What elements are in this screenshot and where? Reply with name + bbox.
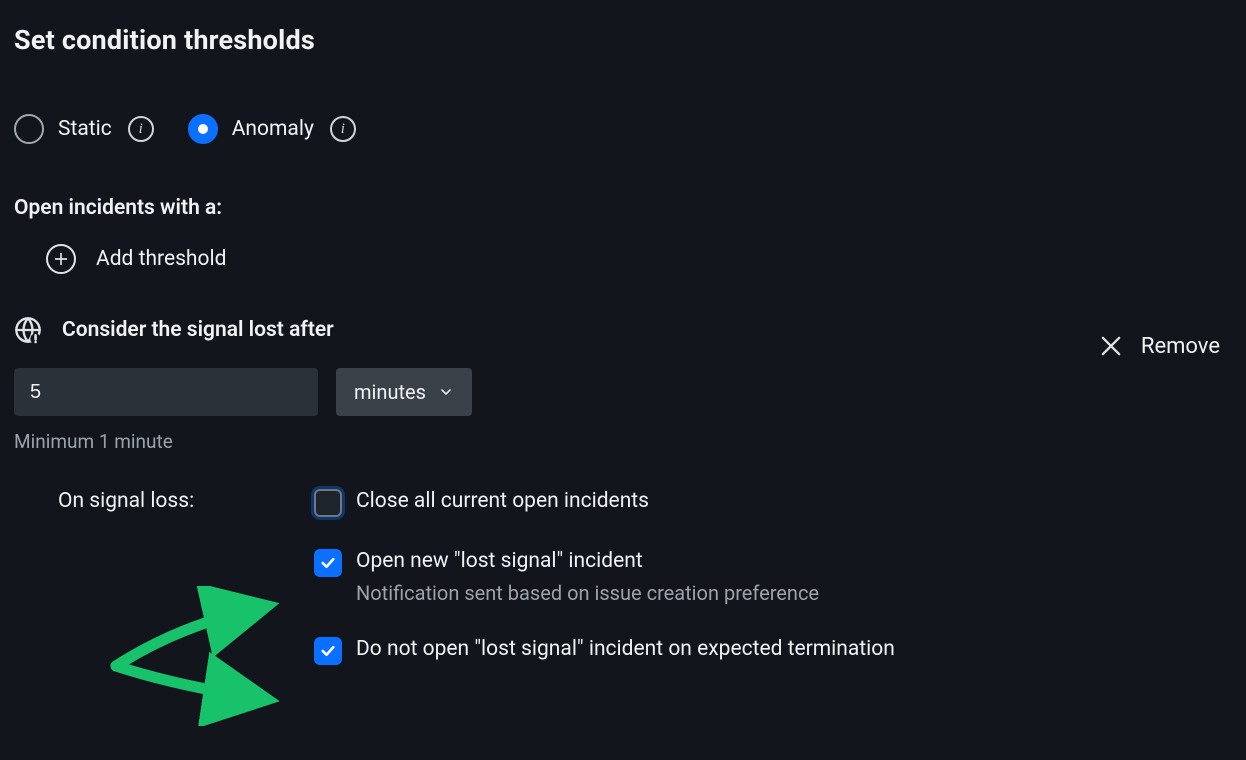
radio-circle-icon — [188, 114, 218, 144]
radio-static-label: Static — [58, 117, 112, 141]
radio-static[interactable]: Static i — [14, 114, 154, 144]
plus-circle-icon — [46, 244, 76, 274]
on-signal-loss-label: On signal loss: — [58, 487, 314, 513]
remove-button[interactable]: Remove — [1097, 332, 1220, 360]
checkbox-close-all-label: Close all current open incidents — [356, 487, 1232, 515]
radio-anomaly[interactable]: Anomaly i — [188, 114, 356, 144]
checkbox-open-new-label: Open new "lost signal" incident — [356, 547, 1232, 575]
info-icon[interactable]: i — [128, 116, 154, 142]
signal-lost-hint: Minimum 1 minute — [14, 430, 1232, 453]
globe-alert-icon — [14, 316, 42, 344]
add-threshold-label: Add threshold — [96, 247, 226, 271]
info-icon[interactable]: i — [330, 116, 356, 142]
signal-lost-heading: Consider the signal lost after — [62, 318, 334, 342]
add-threshold-button[interactable]: Add threshold — [14, 244, 226, 274]
checkbox-close-all[interactable] — [314, 489, 342, 517]
signal-lost-value-input[interactable] — [14, 368, 318, 416]
signal-lost-heading-row: Consider the signal lost after — [14, 316, 1232, 344]
signal-lost-input-row: minutes — [14, 368, 1232, 416]
checkbox-open-new[interactable] — [314, 549, 342, 577]
check-icon — [319, 554, 337, 572]
checkbox-open-new-sub: Notification sent based on issue creatio… — [356, 581, 1232, 605]
radio-dot-icon — [198, 124, 208, 134]
chevron-down-icon — [438, 384, 454, 400]
page-title: Set condition thresholds — [14, 24, 1232, 56]
checkbox-no-open-expected[interactable] — [314, 637, 342, 665]
radio-circle-icon — [14, 114, 44, 144]
radio-anomaly-label: Anomaly — [232, 117, 314, 141]
threshold-type-radiogroup: Static i Anomaly i — [14, 114, 1232, 144]
remove-label: Remove — [1141, 334, 1220, 359]
signal-lost-unit-select[interactable]: minutes — [336, 368, 472, 416]
open-incidents-heading: Open incidents with a: — [14, 196, 1232, 220]
close-icon — [1097, 332, 1125, 360]
signal-lost-unit-label: minutes — [354, 380, 426, 404]
checkbox-no-open-expected-label: Do not open "lost signal" incident on ex… — [356, 635, 1232, 663]
check-icon — [319, 642, 337, 660]
